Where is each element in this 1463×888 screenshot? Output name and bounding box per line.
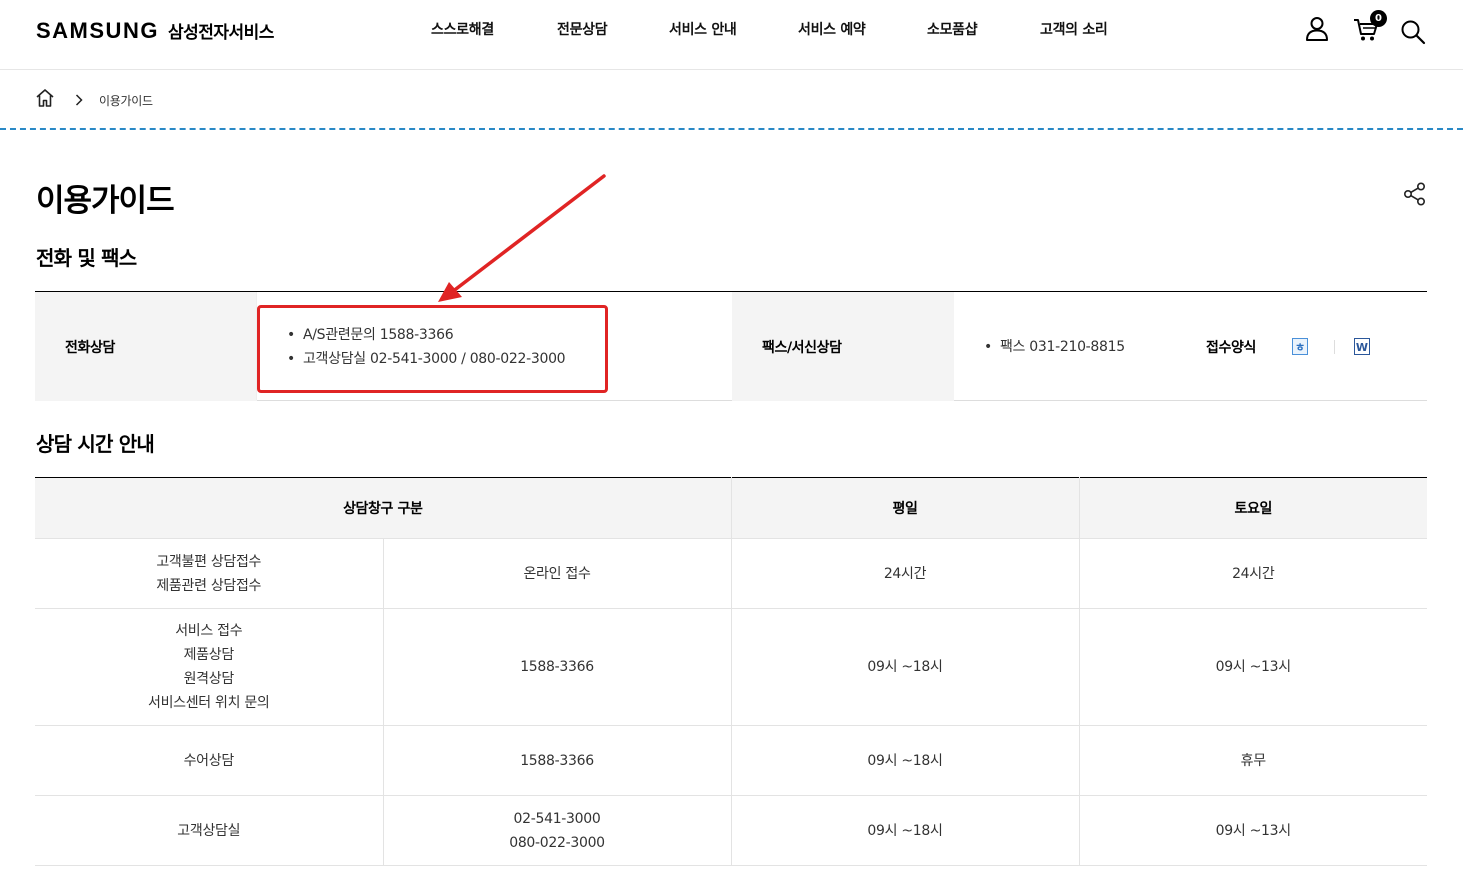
breadcrumb-current: 이용가이드: [99, 93, 153, 108]
header-divider: [0, 128, 1463, 130]
header-weekday: 평일: [730, 477, 1080, 539]
phone-consult-label: 전화상담: [35, 292, 257, 401]
breadcrumb: 이용가이드: [35, 88, 153, 112]
cart-icon[interactable]: 0: [1353, 10, 1387, 46]
search-icon[interactable]: [1400, 19, 1426, 49]
annotation-highlight-box: [257, 305, 608, 393]
row-category: 고객상담실: [35, 795, 383, 866]
word-file-icon[interactable]: W: [1354, 338, 1370, 355]
row-channel: 02-541-3000 080-022-3000: [382, 795, 732, 866]
row-channel: 1588-3366: [382, 725, 732, 796]
nav-item-expert-consult[interactable]: 전문상담: [557, 19, 608, 39]
row-weekday-hours: 09시 ~18시: [730, 725, 1080, 796]
nav-item-self-solve[interactable]: 스스로해결: [431, 19, 494, 39]
row-channel: 1588-3366: [382, 608, 732, 726]
home-icon[interactable]: [35, 88, 55, 112]
row-saturday-hours: 휴무: [1078, 725, 1428, 796]
table-header-row: 상담창구 구분 평일 토요일: [35, 477, 1428, 539]
section-title-hours: 상담 시간 안내: [36, 432, 155, 456]
table-row: 고객불편 상담접수 제품관련 상담접수 온라인 접수 24시간 24시간: [35, 538, 1428, 609]
row-category: 고객불편 상담접수 제품관련 상담접수: [35, 538, 383, 609]
nav-item-service-booking[interactable]: 서비스 예약: [798, 19, 866, 39]
site-header: SAMSUNG 삼성전자서비스 스스로해결 전문상담 서비스 안내 서비스 예약…: [0, 0, 1463, 70]
table-row: 서비스 접수 제품상담 원격상담 서비스센터 위치 문의 1588-3366 0…: [35, 608, 1428, 726]
fax-consult-label: 팩스/서신상담: [732, 292, 954, 401]
file-divider: [1334, 340, 1335, 354]
user-icon[interactable]: [1305, 16, 1329, 46]
main-nav: 스스로해결 전문상담 서비스 안내 서비스 예약 소모품샵 고객의 소리: [0, 19, 1463, 39]
share-icon[interactable]: [1401, 180, 1429, 208]
page-title: 이용가이드: [36, 183, 175, 219]
chevron-right-icon: [75, 91, 83, 110]
row-channel: 온라인 접수: [382, 538, 732, 609]
form-label: 접수양식: [1206, 339, 1256, 356]
nav-item-service-guide[interactable]: 서비스 안내: [669, 19, 737, 39]
row-weekday-hours: 09시 ~18시: [730, 795, 1080, 866]
list-item: 팩스 031-210-8815: [984, 335, 1125, 359]
header-saturday: 토요일: [1078, 477, 1428, 539]
fax-number-list: 팩스 031-210-8815: [984, 335, 1125, 359]
section-title-phone-fax: 전화 및 팩스: [36, 246, 137, 270]
row-weekday-hours: 24시간: [730, 538, 1080, 609]
table-row: 수어상담 1588-3366 09시 ~18시 휴무: [35, 725, 1428, 796]
hwp-file-icon[interactable]: ㅎ: [1292, 338, 1308, 355]
phone-fax-table: 전화상담 A/S관련문의 1588-3366 고객상담실 02-541-3000…: [35, 291, 1427, 401]
fax-consult-info: 팩스 031-210-8815: [954, 292, 1184, 401]
row-saturday-hours: 09시 ~13시: [1078, 795, 1428, 866]
table-row: 고객상담실 02-541-3000 080-022-3000 09시 ~18시 …: [35, 795, 1428, 866]
svg-text:ㅎ: ㅎ: [1295, 341, 1305, 354]
nav-item-consumables-shop[interactable]: 소모품샵: [927, 19, 978, 39]
cart-count-badge: 0: [1370, 10, 1387, 27]
svg-text:W: W: [1356, 341, 1368, 354]
header-channel-type: 상담창구 구분: [35, 477, 732, 539]
row-category: 수어상담: [35, 725, 383, 796]
consult-hours-table: 상담창구 구분 평일 토요일 고객불편 상담접수 제품관련 상담접수 온라인 접…: [35, 477, 1428, 866]
row-saturday-hours: 09시 ~13시: [1078, 608, 1428, 726]
row-weekday-hours: 09시 ~18시: [730, 608, 1080, 726]
row-saturday-hours: 24시간: [1078, 538, 1428, 609]
row-category: 서비스 접수 제품상담 원격상담 서비스센터 위치 문의: [35, 608, 383, 726]
nav-item-customer-voice[interactable]: 고객의 소리: [1040, 19, 1108, 39]
